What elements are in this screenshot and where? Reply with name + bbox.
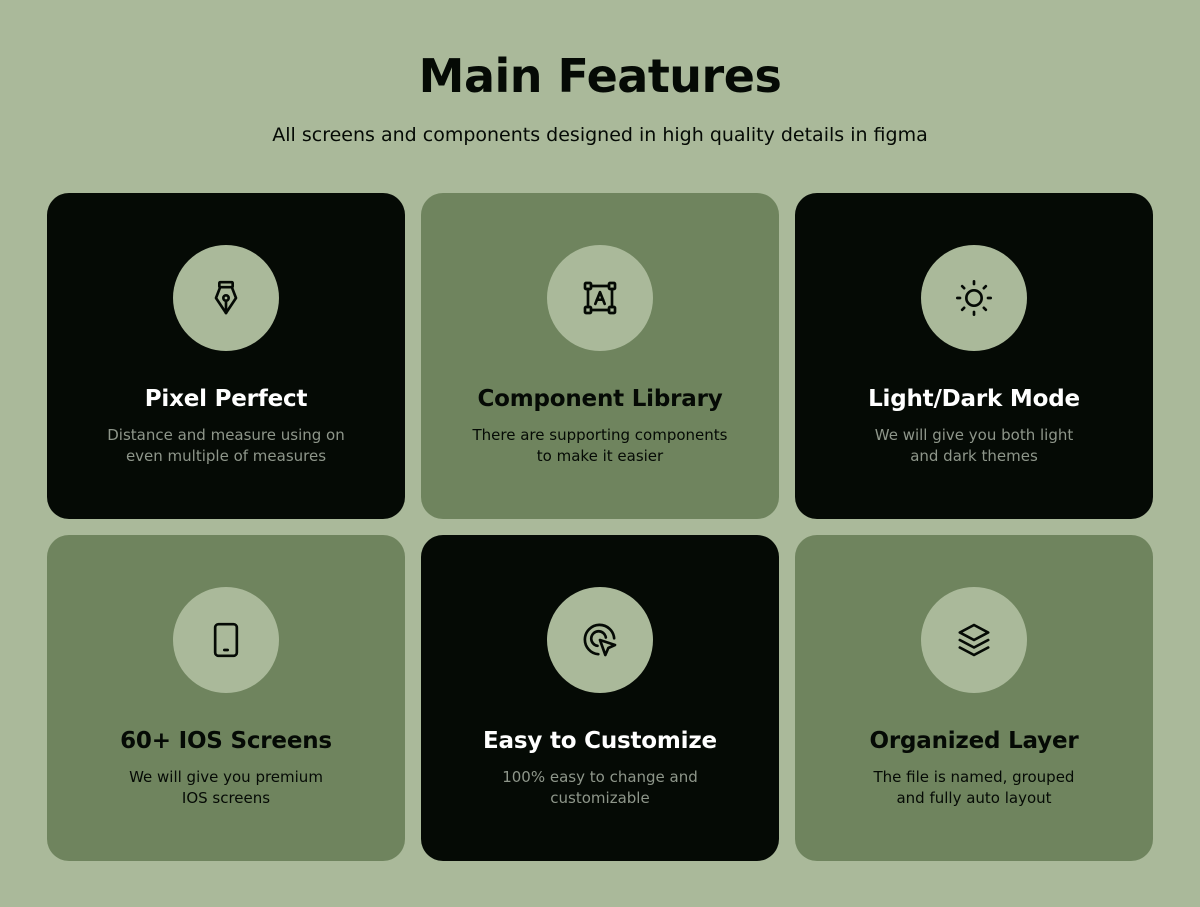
feature-description: 100% easy to change and customizable bbox=[465, 767, 735, 809]
feature-description-line: 100% easy to change and bbox=[502, 768, 698, 786]
feature-icon-circle bbox=[921, 245, 1027, 351]
feature-description-line: There are supporting components bbox=[472, 426, 728, 444]
feature-title: Easy to Customize bbox=[483, 728, 717, 754]
feature-title: Light/Dark Mode bbox=[868, 386, 1080, 412]
page-title: Main Features bbox=[418, 49, 782, 103]
feature-card-organized-layer: Organized Layer The file is named, group… bbox=[795, 535, 1153, 861]
feature-card-easy-to-customize: Easy to Customize 100% easy to change an… bbox=[421, 535, 779, 861]
feature-card-component-library: Component Library There are supporting c… bbox=[421, 193, 779, 519]
cursor-click-icon bbox=[583, 623, 617, 657]
feature-card-pixel-perfect: Pixel Perfect Distance and measure using… bbox=[47, 193, 405, 519]
feature-description-line: customizable bbox=[550, 789, 650, 807]
feature-description-line: IOS screens bbox=[181, 789, 271, 807]
feature-title: 60+ IOS Screens bbox=[120, 728, 332, 754]
component-frame-icon bbox=[583, 281, 617, 315]
feature-description-line: We will give you both light bbox=[874, 426, 1074, 444]
feature-card-ios-screens: 60+ IOS Screens We will give you premium… bbox=[47, 535, 405, 861]
features-grid: Pixel Perfect Distance and measure using… bbox=[47, 193, 1153, 861]
feature-description-line: Distance and measure using on bbox=[107, 426, 345, 444]
feature-description: There are supporting components to make … bbox=[465, 425, 735, 467]
layers-icon bbox=[958, 623, 990, 657]
feature-icon-circle bbox=[173, 587, 279, 693]
tablet-icon bbox=[213, 622, 239, 658]
feature-description-line: to make it easier bbox=[536, 447, 664, 465]
feature-card-light-dark-mode: Light/Dark Mode We will give you both li… bbox=[795, 193, 1153, 519]
feature-description: We will give you premium IOS screens bbox=[91, 767, 361, 809]
feature-description-line: The file is named, grouped bbox=[873, 768, 1075, 786]
feature-description-line: and dark themes bbox=[910, 447, 1038, 465]
feature-icon-circle bbox=[921, 587, 1027, 693]
feature-description-line: even multiple of measures bbox=[125, 447, 327, 465]
feature-title: Pixel Perfect bbox=[144, 386, 308, 412]
sun-icon bbox=[956, 280, 992, 316]
feature-description: Distance and measure using on even multi… bbox=[91, 425, 361, 467]
feature-icon-circle bbox=[173, 245, 279, 351]
feature-icon-circle bbox=[547, 245, 653, 351]
pen-tool-icon bbox=[214, 280, 238, 315]
feature-description: We will give you both light and dark the… bbox=[839, 425, 1109, 467]
feature-description: The file is named, grouped and fully aut… bbox=[839, 767, 1109, 809]
feature-title: Organized Layer bbox=[869, 728, 1079, 754]
feature-title: Component Library bbox=[477, 386, 723, 412]
feature-description-line: We will give you premium bbox=[129, 768, 323, 786]
page-subtitle: All screens and components designed in h… bbox=[272, 124, 928, 146]
feature-description-line: and fully auto layout bbox=[896, 789, 1052, 807]
feature-icon-circle bbox=[547, 587, 653, 693]
